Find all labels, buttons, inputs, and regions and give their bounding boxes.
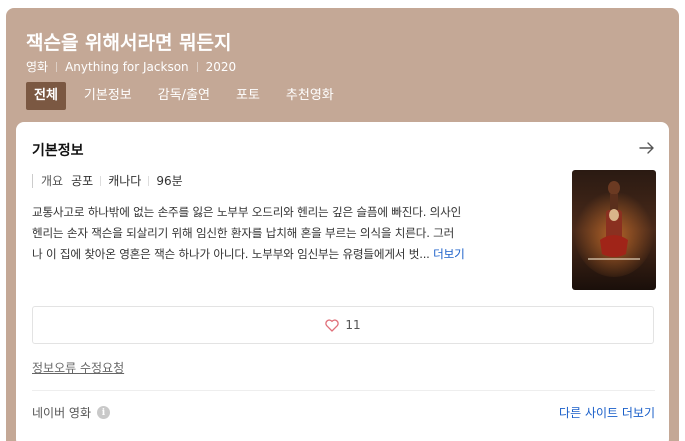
tab-all[interactable]: 전체 [26, 82, 66, 110]
info-summary: 개요 공포 캐나다 96분 [32, 172, 183, 189]
basic-info-card: 기본정보 개요 공포 캐나다 96분 교통사고로 하나밖에 없는 손주를 잃은 … [16, 122, 669, 441]
source-info: 네이버 영화 i [32, 404, 111, 421]
movie-meta: 영화 Anything for Jackson 2020 [26, 58, 236, 75]
card-header: 기본정보 [32, 140, 655, 160]
synopsis: 교통사고로 하나밖에 없는 손주를 잃은 노부부 오드리와 헨리는 깊은 슬픔에… [32, 202, 552, 265]
info-icon[interactable]: i [97, 406, 111, 419]
overview-label: 개요 [41, 174, 64, 188]
runtime: 96분 [156, 174, 183, 188]
genre[interactable]: 공포 [71, 172, 93, 189]
like-button[interactable]: 11 [32, 306, 654, 344]
english-title: Anything for Jackson [65, 59, 189, 74]
tab-bar: 전체 기본정보 감독/출연 포토 추천영화 [26, 82, 352, 110]
source-label: 네이버 영화 [32, 406, 92, 420]
divider-bar [32, 173, 33, 188]
country[interactable]: 캐나다 [108, 172, 141, 189]
tab-photos[interactable]: 포토 [228, 82, 268, 110]
info-separator [100, 175, 102, 186]
category-label: 영화 [26, 60, 49, 74]
synopsis-line: 헨리는 손자 잭슨을 되살리기 위해 임신한 환자를 납치해 혼을 부르는 의식… [32, 226, 455, 240]
arrow-right-icon[interactable] [639, 141, 655, 155]
like-count: 11 [345, 318, 361, 332]
tab-recommended[interactable]: 추천영화 [278, 82, 342, 110]
tab-director-cast[interactable]: 감독/출연 [150, 82, 218, 110]
tab-basic-info[interactable]: 기본정보 [76, 82, 140, 110]
report-error-link[interactable]: 정보오류 수정요청 [32, 359, 124, 376]
heart-icon [325, 318, 340, 332]
synopsis-line-last: 나 이 집에 찾아온 영혼은 잭슨 하나가 아니다. 노부부와 임신부는 유령들… [32, 244, 552, 265]
info-separator [148, 175, 150, 186]
card-title[interactable]: 기본정보 [32, 143, 84, 159]
meta-separator [196, 61, 198, 72]
movie-poster[interactable] [572, 170, 656, 290]
footer-divider [32, 390, 655, 391]
movie-title[interactable]: 잭슨을 위해서라면 뭐든지 [26, 28, 232, 55]
more-link[interactable]: 더보기 [433, 247, 465, 261]
synopsis-line: 교통사고로 하나밖에 없는 손주를 잃은 노부부 오드리와 헨리는 깊은 슬픔에… [32, 205, 462, 219]
movie-panel: 잭슨을 위해서라면 뭐든지 영화 Anything for Jackson 20… [6, 8, 679, 441]
meta-separator [56, 61, 58, 72]
other-sites-link[interactable]: 다른 사이트 더보기 [559, 404, 655, 421]
synopsis-line: 나 이 집에 찾아온 영혼은 잭슨 하나가 아니다. 노부부와 임신부는 유령들… [32, 247, 430, 261]
poster-image [572, 170, 656, 290]
release-year: 2020 [205, 59, 237, 74]
